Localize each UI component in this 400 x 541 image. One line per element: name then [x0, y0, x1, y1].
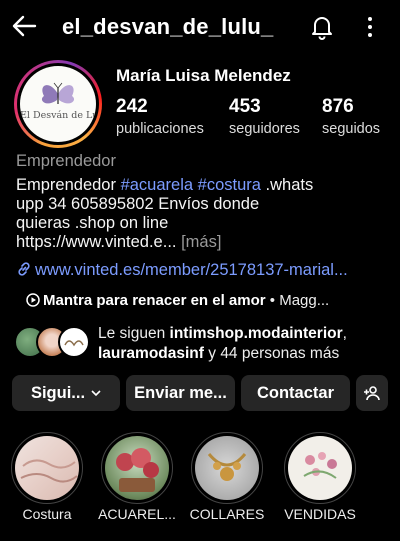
bio-text: .whats: [260, 176, 314, 194]
profile-link[interactable]: www.vinted.es/member/25178137-marial...: [16, 261, 386, 280]
avatar-logo-text: El Desván de Lulú: [20, 110, 96, 121]
bio-line: https://www.vinted.e...: [16, 233, 177, 251]
watercolor-flowers-image-icon: [303, 452, 337, 479]
bio-more-button[interactable]: [más]: [181, 233, 221, 251]
highlight-label: COLLARES: [189, 506, 265, 522]
link-icon: [18, 262, 30, 276]
highlight-label: Costura: [22, 506, 72, 522]
highlight-label: ACUAREL...: [98, 506, 176, 522]
suggest-people-button[interactable]: [356, 375, 388, 411]
roses-image-icon: [116, 448, 159, 492]
back-arrow-icon[interactable]: [10, 12, 38, 40]
stat-followers[interactable]: 453 seguidores: [229, 96, 300, 137]
avatar: El Desván de Lulú: [20, 66, 96, 142]
butterfly-logo-icon: [41, 82, 75, 104]
followed-by-suffix: y 44 personas más: [203, 345, 340, 362]
follower-link[interactable]: intimshop.modainterior: [170, 325, 343, 342]
stat-posts[interactable]: 242 publicaciones: [116, 96, 204, 137]
following-button-label: Sigui...: [30, 383, 86, 402]
chevron-down-icon: [91, 390, 101, 397]
bio-line: quieras .shop on line: [16, 214, 169, 232]
highlight-image: [15, 436, 79, 500]
hashtag-costura[interactable]: #costura: [198, 176, 261, 194]
followed-by-sep: ,: [342, 325, 347, 342]
follower-link[interactable]: lauramodasinf: [98, 345, 204, 362]
message-button-label: Enviar me...: [134, 383, 227, 402]
follower-avatar: [58, 326, 90, 358]
stat-following[interactable]: 876 seguidos: [322, 96, 380, 137]
highlight-image: [105, 436, 169, 500]
story-avatar[interactable]: El Desván de Lulú: [14, 60, 102, 148]
following-button[interactable]: Sigui...: [12, 375, 120, 411]
top-bar: el_desvan_de_lulu_: [0, 0, 400, 56]
profile-music[interactable]: Mantra para renacer en el amor • Magg...: [26, 292, 386, 309]
follower-logo-icon: [64, 340, 84, 347]
followed-by-text: Le siguen intimshop.modainterior, lauram…: [98, 324, 398, 364]
stat-posts-label: publicaciones: [116, 121, 204, 137]
profile-bio: Emprendedor #acuarela #costura .whats up…: [16, 176, 388, 252]
more-options-icon[interactable]: [356, 13, 384, 41]
profile-category: Emprendedor: [16, 152, 116, 170]
song-title: Mantra para renacer en el amor: [43, 292, 266, 309]
highlight-label: VENDIDAS: [284, 506, 356, 522]
contact-button[interactable]: Contactar: [241, 375, 350, 411]
hashtag-acuarela[interactable]: #acuarela: [121, 176, 193, 194]
add-person-icon: [364, 386, 380, 401]
profile-handle: el_desvan_de_lulu_: [62, 14, 274, 39]
contact-button-label: Contactar: [256, 383, 334, 402]
bio-line: upp 34 605895802 Envíos donde: [16, 195, 260, 213]
message-button[interactable]: Enviar me...: [126, 375, 235, 411]
highlight-image: [288, 436, 352, 500]
followed-by-prefix: Le siguen: [98, 325, 170, 342]
stat-followers-value: 453: [229, 96, 261, 117]
followed-by[interactable]: Le siguen intimshop.modainterior, lauram…: [14, 324, 394, 364]
full-name: María Luisa Melendez: [116, 66, 291, 85]
bio-text: Emprendedor: [16, 176, 121, 194]
stat-followers-label: seguidores: [229, 121, 300, 137]
play-icon: [26, 293, 40, 307]
highlight-image: [195, 436, 259, 500]
profile-link-text: www.vinted.es/member/25178137-marial...: [35, 261, 348, 279]
necklace-image-icon: [207, 453, 247, 481]
stat-following-value: 876: [322, 96, 354, 117]
fabric-image-icon: [20, 459, 78, 483]
stat-following-label: seguidos: [322, 121, 381, 137]
song-artist: • Magg...: [265, 292, 330, 309]
bell-icon[interactable]: [308, 13, 336, 41]
stat-posts-value: 242: [116, 96, 148, 117]
